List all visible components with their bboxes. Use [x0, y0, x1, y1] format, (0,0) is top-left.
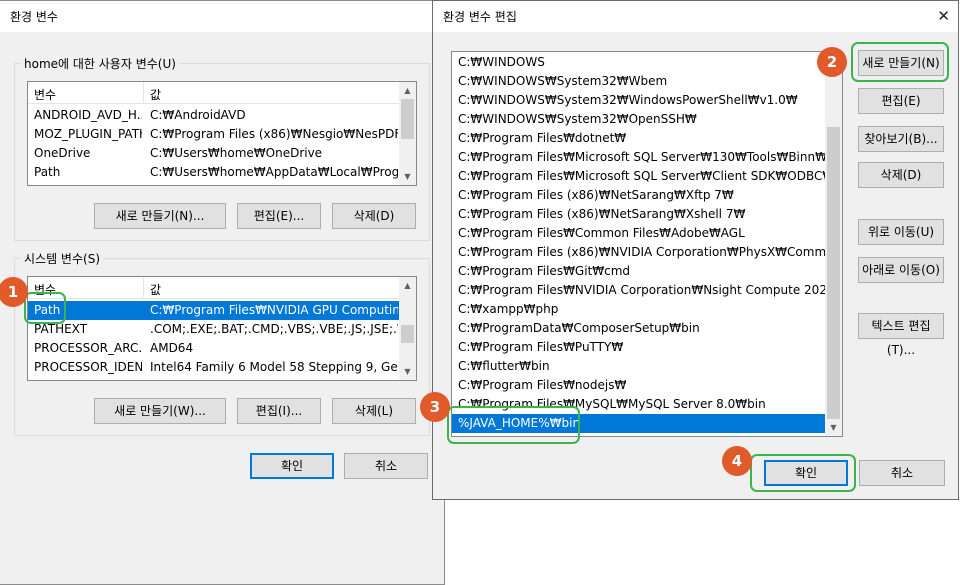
user-var-row[interactable]: ANDROID_AVD_H... C:₩AndroidAVD	[28, 106, 401, 125]
path-entry[interactable]: C:₩Program Files (x86)₩NVIDIA Corporatio…	[452, 243, 825, 262]
close-icon[interactable]: ✕	[937, 7, 950, 25]
path-entry[interactable]: C:₩WINDOWS₩System32₩OpenSSH₩	[452, 110, 825, 129]
step1-highlight	[24, 292, 66, 324]
system-vars-scrollbar[interactable]: ▲ ▼	[399, 277, 416, 380]
scroll-thumb[interactable]	[827, 127, 840, 419]
path-entry[interactable]: C:₩Program Files₩Common Files₩Adobe₩AGL	[452, 224, 825, 243]
step3-badge: 3	[420, 392, 450, 422]
user-delete-button[interactable]: 삭제(D)	[332, 203, 416, 229]
var-value: Intel64 Family 6 Model 58 Stepping 9, Ge…	[150, 360, 398, 374]
path-entry[interactable]: C:₩WINDOWS	[452, 53, 825, 72]
system-var-row[interactable]: PATHEXT .COM;.EXE;.BAT;.CMD;.VBS;.VBE;.J…	[28, 320, 401, 339]
move-down-button[interactable]: 아래로 이동(O)	[858, 257, 944, 283]
user-vars-list[interactable]: 변수 값 ANDROID_AVD_H... C:₩AndroidAVD MOZ_…	[27, 81, 417, 186]
var-name: ANDROID_AVD_H...	[34, 108, 142, 122]
scroll-down-icon[interactable]: ▼	[825, 419, 842, 436]
var-value: .COM;.EXE;.BAT;.CMD;.VBS;.VBE;.JS;.JSE;.…	[150, 322, 398, 336]
step3-highlight	[447, 406, 580, 444]
var-name: MOZ_PLUGIN_PATH	[34, 127, 142, 141]
user-vars-header: 변수 값	[28, 82, 401, 104]
user-edit-button[interactable]: 편집(E)...	[237, 203, 321, 229]
path-entry[interactable]: C:₩WINDOWS₩System32₩WindowsPowerShell₩v1…	[452, 91, 825, 110]
user-var-row[interactable]: OneDrive C:₩Users₩home₩OneDrive	[28, 144, 401, 163]
path-entry[interactable]: C:₩Program Files₩Git₩cmd	[452, 262, 825, 281]
env-vars-dialog: 환경 변수 home에 대한 사용자 변수(U) 변수 값 ANDROID_AV…	[0, 0, 445, 585]
system-var-row[interactable]: PROCESSOR_IDEN... Intel64 Family 6 Model…	[28, 358, 401, 377]
browse-button[interactable]: 찾아보기(B)...	[858, 126, 944, 152]
system-var-row-selected[interactable]: Path C:₩Program Files₩NVIDIA GPU Computi…	[28, 301, 401, 320]
path-entry[interactable]: C:₩Program Files₩NVIDIA Corporation₩Nsig…	[452, 281, 825, 300]
scroll-thumb[interactable]	[401, 325, 414, 343]
var-name: Path	[34, 165, 61, 179]
path-entry[interactable]: C:₩Program Files₩Microsoft SQL Server₩13…	[452, 148, 825, 167]
system-edit-button[interactable]: 편집(I)...	[237, 398, 321, 424]
user-new-button[interactable]: 새로 만들기(N)...	[94, 203, 226, 229]
system-vars-label: 시스템 변수(S)	[21, 250, 103, 267]
var-name: PATHEXT	[34, 322, 88, 336]
var-value: C:₩AndroidAVD	[150, 108, 246, 122]
user-vars-label: home에 대한 사용자 변수(U)	[21, 55, 179, 72]
path-entry[interactable]: C:₩flutter₩bin	[452, 357, 825, 376]
step4-badge: 4	[722, 446, 752, 476]
var-name: PROCESSOR_IDEN...	[34, 360, 142, 374]
path-entry[interactable]: C:₩Program Files₩dotnet₩	[452, 129, 825, 148]
var-name: PROCESSOR_ARC...	[34, 341, 142, 355]
scroll-up-icon[interactable]: ▲	[399, 82, 416, 99]
move-up-button[interactable]: 위로 이동(U)	[858, 219, 944, 245]
path-list-scrollbar[interactable]: ▲ ▼	[825, 52, 842, 436]
user-var-row[interactable]: Path C:₩Users₩home₩AppData₩Local₩Progra.…	[28, 163, 401, 182]
scroll-thumb[interactable]	[401, 99, 414, 139]
path-entry[interactable]: C:₩ProgramData₩ComposerSetup₩bin	[452, 319, 825, 338]
scroll-down-icon[interactable]: ▼	[399, 168, 416, 185]
var-value: C:₩Users₩home₩OneDrive	[150, 146, 323, 160]
edit-entry-button[interactable]: 편집(E)	[858, 88, 944, 114]
user-vars-scrollbar[interactable]: ▲ ▼	[399, 82, 416, 185]
edit-dialog-title: 환경 변수 편집	[433, 1, 958, 32]
var-value: C:₩Program Files₩NVIDIA GPU Computing...	[150, 303, 398, 317]
env-ok-button[interactable]: 확인	[250, 453, 334, 479]
step2-badge: 2	[817, 47, 847, 77]
system-delete-button[interactable]: 삭제(L)	[332, 398, 416, 424]
path-entry[interactable]: C:₩Program Files₩Microsoft SQL Server₩Cl…	[452, 167, 825, 186]
path-entry[interactable]: C:₩Program Files₩nodejs₩	[452, 376, 825, 395]
path-entries-list[interactable]: C:₩WINDOWS C:₩WINDOWS₩System32₩Wbem C:₩W…	[451, 51, 843, 437]
column-header-value[interactable]: 값	[144, 82, 401, 104]
system-var-row[interactable]: PROCESSOR_ARC... AMD64	[28, 339, 401, 358]
system-vars-list[interactable]: 변수 값 Path C:₩Program Files₩NVIDIA GPU Co…	[27, 276, 417, 381]
column-header-name[interactable]: 변수	[28, 82, 144, 104]
var-value: C:₩Program Files (x86)₩Nesgio₩NesPDF₩...	[150, 127, 398, 141]
path-entry[interactable]: C:₩Program Files₩PuTTY₩	[452, 338, 825, 357]
delete-entry-button[interactable]: 삭제(D)	[858, 162, 944, 188]
var-value: AMD64	[150, 341, 194, 355]
var-name: OneDrive	[34, 146, 91, 160]
env-dialog-title: 환경 변수	[0, 1, 444, 32]
user-var-row[interactable]: MOZ_PLUGIN_PATH C:₩Program Files (x86)₩N…	[28, 125, 401, 144]
system-new-button[interactable]: 새로 만들기(W)...	[94, 398, 226, 424]
var-value: C:₩Users₩home₩AppData₩Local₩Progra...	[150, 165, 398, 179]
path-entry[interactable]: C:₩WINDOWS₩System32₩Wbem	[452, 72, 825, 91]
scroll-down-icon[interactable]: ▼	[399, 363, 416, 380]
edit-cancel-button[interactable]: 취소	[859, 460, 945, 486]
path-entry[interactable]: C:₩Program Files (x86)₩NetSarang₩Xshell …	[452, 205, 825, 224]
step2-highlight	[851, 42, 949, 82]
system-vars-header: 변수 값	[28, 277, 401, 299]
scroll-up-icon[interactable]: ▲	[399, 277, 416, 294]
edit-text-button[interactable]: 텍스트 편집(T)...	[858, 313, 944, 357]
path-entry[interactable]: C:₩xampp₩php	[452, 300, 825, 319]
path-entry[interactable]: C:₩Program Files (x86)₩NetSarang₩Xftp 7₩	[452, 186, 825, 205]
env-cancel-button[interactable]: 취소	[344, 453, 428, 479]
step4-highlight	[750, 454, 856, 492]
column-header-value[interactable]: 값	[144, 277, 401, 299]
